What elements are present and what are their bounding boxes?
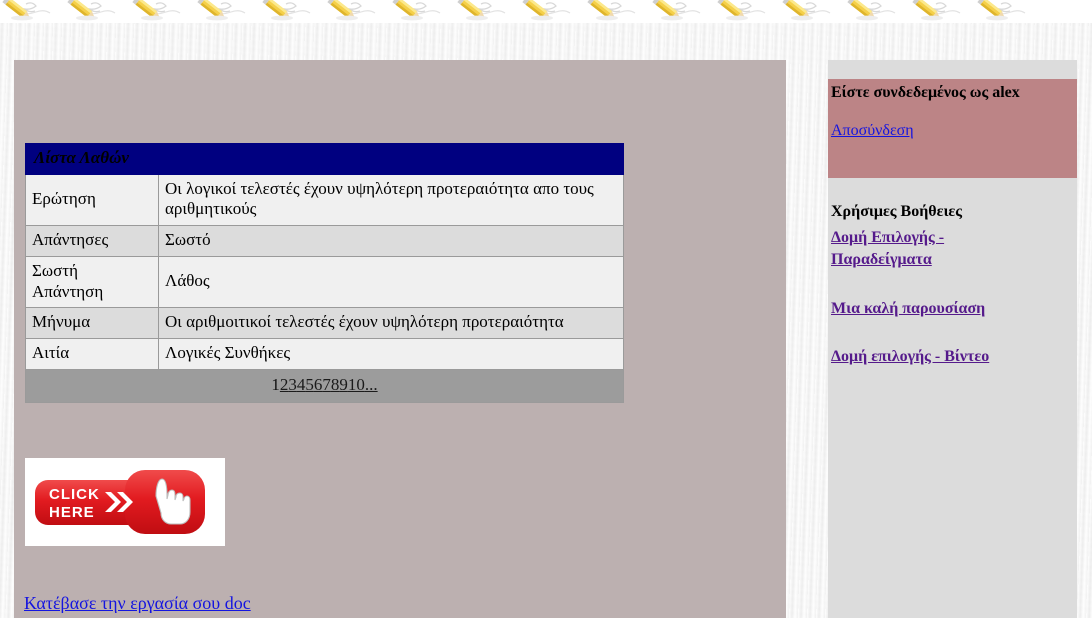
table-row: Σωστή Απάντηση Λάθος [25, 255, 624, 309]
help-link-selection-structure-video[interactable]: Δομή επιλογής - Βίντεο [831, 346, 989, 368]
pencil-icon [0, 0, 65, 23]
pencil-icon [65, 0, 130, 23]
pencil-banner [0, 0, 1092, 23]
pencil-icon [650, 0, 715, 23]
click-here-graphic: CLICK HERE [25, 458, 225, 546]
table-row: Αιτία Λογικές Συνθήκες [25, 338, 624, 370]
row-value: Οι αριθμοιτικοί τελεστές έχουν υψηλότερη… [158, 307, 624, 340]
right-sidebar: Είστε συνδεδεμένος ως alex Αποσύνδεση Χρ… [828, 60, 1077, 618]
row-value: Οι λογικοί τελεστές έχουν υψηλότερη προτ… [158, 173, 624, 227]
help-link-selection-structure-examples[interactable]: Δομή Επιλογής - Παραδείγματα [831, 227, 1036, 271]
main-content-panel: Λίστα Λαθών Ερώτηση Οι λογικοί τελεστές έχ… [14, 60, 786, 618]
help-link-good-presentation[interactable]: Μια καλή παρουσίαση [831, 298, 985, 320]
pencil-icon [715, 0, 780, 23]
table-row: Απάντησες Σωστό [25, 225, 624, 257]
login-status-text: Είστε συνδεδεμένος ως alex [831, 84, 1020, 101]
pagination-row: 12345678910... [25, 368, 624, 403]
pencil-icon [845, 0, 910, 23]
pagination-link[interactable]: 9 [339, 375, 348, 394]
row-value: Λογικές Συνθήκες [158, 338, 624, 370]
row-value: Λάθος [158, 255, 624, 309]
row-label: Αιτία [25, 338, 159, 370]
pagination-link[interactable]: 3 [288, 375, 297, 394]
click-here-button-image[interactable]: CLICK HERE [25, 458, 225, 546]
pagination-link[interactable]: 5 [305, 375, 314, 394]
table-row: Μήνυμα Οι αριθμοιτικοί τελεστές έχουν υψη… [25, 307, 624, 340]
pencil-icon [130, 0, 195, 23]
mistakes-table: Λίστα Λαθών Ερώτηση Οι λογικοί τελεστές έχ… [25, 143, 624, 403]
pagination-link[interactable]: 7 [322, 375, 331, 394]
pencil-icon [585, 0, 650, 23]
pagination-link[interactable]: 10 [348, 375, 365, 394]
download-assignment-link[interactable]: Κατέβασε την εργασία σου doc [24, 593, 251, 614]
pencil-icon [260, 0, 325, 23]
pencil-icon [780, 0, 845, 23]
logout-link[interactable]: Αποσύνδεση [831, 122, 914, 140]
row-value: Σωστό [158, 225, 624, 257]
svg-text:CLICK: CLICK [49, 486, 100, 503]
pencil-icon [910, 0, 975, 23]
row-label: Μήνυμα [25, 307, 159, 340]
pencil-icon [325, 0, 390, 23]
pagination: 12345678910... [25, 368, 624, 403]
row-label: Σωστή Απάντηση [25, 255, 159, 309]
pagination-link[interactable]: ... [365, 375, 378, 394]
svg-text:HERE: HERE [49, 504, 95, 521]
row-label: Απάντησες [25, 225, 159, 257]
pencil-icon [455, 0, 520, 23]
pagination-current-page: 1 [271, 374, 280, 394]
table-row: Ερώτηση Οι λογικοί τελεστές έχουν υψηλότε… [25, 173, 624, 227]
row-label: Ερώτηση [25, 173, 159, 227]
useful-helps-heading: Χρήσιμες Βοήθειες [831, 203, 963, 220]
pencil-icon [195, 0, 260, 23]
table-title-row: Λίστα Λαθών [25, 143, 624, 175]
pencil-icon [390, 0, 455, 23]
table-title: Λίστα Λαθών [25, 143, 624, 175]
pencil-icon [975, 0, 1040, 23]
pencil-icon [520, 0, 585, 23]
